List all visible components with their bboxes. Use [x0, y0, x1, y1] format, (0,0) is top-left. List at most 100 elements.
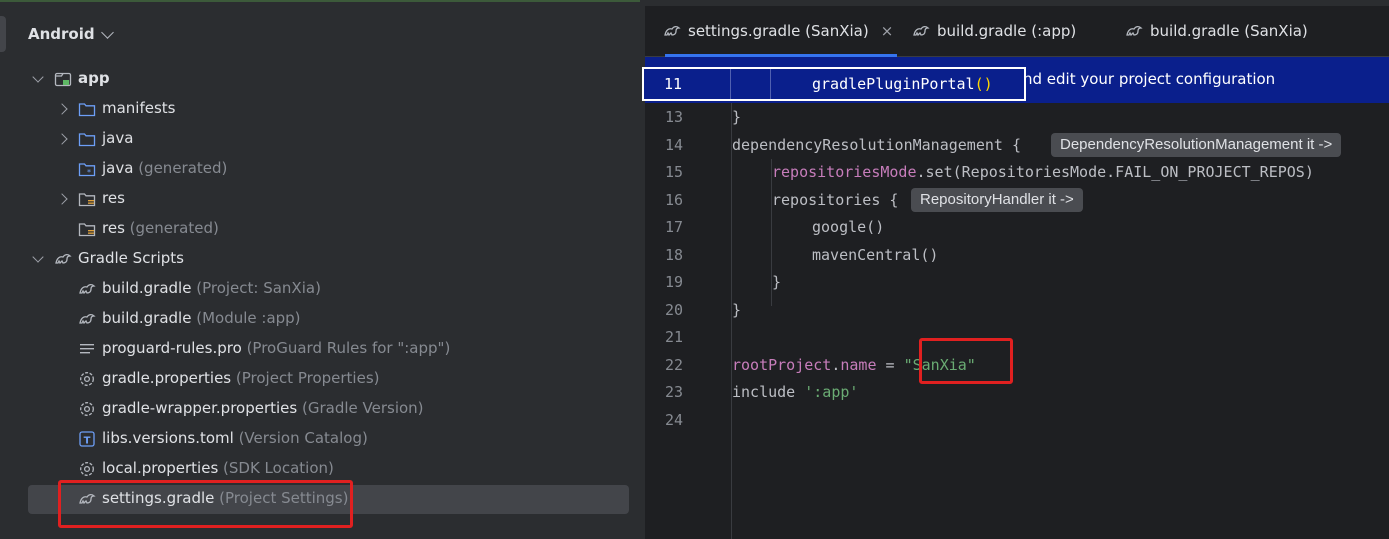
- highlight-box-root-name: [919, 338, 1013, 384]
- chevron-down-icon[interactable]: [32, 71, 44, 83]
- tree-item-label: res (generated): [102, 219, 219, 237]
- tab-build-gradle-app[interactable]: build.gradle (:app): [912, 6, 1076, 56]
- tree-item-label: gradle-wrapper.properties (Gradle Versio…: [102, 399, 424, 417]
- tab-label: settings.gradle (SanXia): [688, 22, 869, 40]
- tree-item[interactable]: res (generated): [8, 214, 645, 244]
- tree-item[interactable]: res: [8, 184, 645, 214]
- tab-settings-gradle[interactable]: settings.gradle (SanXia) ×: [663, 6, 898, 57]
- line-number: 11: [664, 75, 683, 93]
- line-number: 22: [665, 355, 684, 374]
- project-view-selector[interactable]: Android: [28, 22, 114, 46]
- line-number: 20: [665, 300, 684, 319]
- resource-folder-icon: [78, 220, 96, 238]
- code-line[interactable]: 22 rootProject.name = "SanXia": [645, 352, 1389, 379]
- code-text: include ':app': [732, 383, 859, 401]
- tree-item[interactable]: build.gradle (Module :app): [8, 304, 645, 334]
- tree-item-label: java (generated): [102, 159, 228, 177]
- tree-item[interactable]: gradle.properties (Project Properties): [8, 364, 645, 394]
- editor-tabs: settings.gradle (SanXia) × build.gradle …: [645, 6, 1389, 57]
- module-folder-icon: [54, 70, 72, 88]
- highlight-box-settings-gradle: [58, 480, 353, 528]
- tree-item[interactable]: app: [8, 64, 645, 94]
- code-text: repositoriesMode.set(RepositoriesMode.FA…: [772, 163, 1314, 181]
- svg-text:*: *: [87, 168, 91, 177]
- tab-label: build.gradle (:app): [937, 22, 1077, 40]
- line-number: 13: [665, 108, 684, 126]
- gradle-icon: [54, 250, 72, 268]
- line-number: 17: [665, 218, 684, 236]
- project-tool-button[interactable]: [0, 16, 6, 52]
- banner-text: nd edit your project configuration: [1023, 70, 1276, 88]
- inlay-hint[interactable]: DependencyResolutionManagement it ->: [1051, 132, 1342, 157]
- code-text: google(): [812, 218, 885, 236]
- tree-item-label: app: [78, 69, 110, 87]
- resource-folder-icon: [78, 190, 96, 208]
- tree-item-label: build.gradle (Module :app): [102, 309, 301, 327]
- code-text: dependencyResolutionManagement {: [732, 135, 1021, 154]
- line-number: 18: [665, 245, 684, 264]
- code-line[interactable]: 23 include ':app': [645, 379, 1389, 406]
- code-line[interactable]: 16 repositories { RepositoryHandler it ->: [645, 187, 1389, 214]
- settings-gear-icon: [78, 370, 96, 388]
- code-line[interactable]: 20}: [645, 297, 1389, 324]
- tool-window-stripe: [0, 6, 8, 539]
- gradle-icon: [1126, 25, 1143, 37]
- tree-item[interactable]: Tlibs.versions.toml (Version Catalog): [8, 424, 645, 454]
- tree-item-label: java: [102, 129, 134, 147]
- line-number: 24: [665, 410, 684, 429]
- code-line[interactable]: 21: [645, 324, 1389, 351]
- code-line[interactable]: 24: [645, 407, 1389, 434]
- code-text: }: [732, 300, 742, 319]
- sticky-code: gradlePluginPortal(): [812, 75, 993, 93]
- code-text: }: [772, 273, 782, 291]
- code-line[interactable]: 19}: [645, 269, 1389, 296]
- code-line[interactable]: 14 dependencyResolutionManagement { Depend…: [645, 132, 1389, 159]
- settings-gear-icon: [78, 400, 96, 418]
- tree-item[interactable]: build.gradle (Project: SanXia): [8, 274, 645, 304]
- tree-item[interactable]: manifests: [8, 94, 645, 124]
- tree-item-label: manifests: [102, 99, 176, 117]
- line-number: 16: [665, 190, 684, 209]
- tree-item[interactable]: proguard-rules.pro (ProGuard Rules for "…: [8, 334, 645, 364]
- code-line[interactable]: 17 google(): [645, 214, 1389, 241]
- line-number: 14: [665, 135, 684, 154]
- svg-text:T: T: [84, 436, 91, 447]
- tree-item[interactable]: gradle-wrapper.properties (Gradle Versio…: [8, 394, 645, 424]
- tree-item-label: local.properties (SDK Location): [102, 459, 334, 477]
- line-number: 23: [665, 383, 684, 401]
- settings-gear-icon: [78, 460, 96, 478]
- tree-item[interactable]: java: [8, 124, 645, 154]
- tree-item-label: Gradle Scripts: [78, 249, 184, 267]
- inlay-hint[interactable]: RepositoryHandler it ->: [911, 187, 1083, 212]
- project-view-label: Android: [28, 25, 95, 43]
- chevron-down-icon: [100, 25, 114, 39]
- tree-item-label: gradle.properties (Project Properties): [102, 369, 380, 387]
- tab-build-gradle-sanxia[interactable]: build.gradle (SanXia): [1125, 6, 1308, 56]
- gradle-icon: [78, 280, 96, 298]
- chevron-right-icon[interactable]: [56, 103, 68, 115]
- code-line[interactable]: 18 mavenCentral(): [645, 242, 1389, 269]
- chevron-right-icon[interactable]: [56, 133, 68, 145]
- code-line[interactable]: 13}: [645, 104, 1389, 131]
- tree-item[interactable]: Gradle Scripts: [8, 244, 645, 274]
- gradle-icon: [664, 25, 681, 37]
- toml-file-icon: T: [78, 430, 96, 448]
- folder-icon: [78, 100, 96, 118]
- line-number: 21: [665, 328, 684, 346]
- code-text: }: [732, 108, 742, 126]
- code-text: repositories {: [772, 190, 899, 209]
- editor-area: settings.gradle (SanXia) × build.gradle …: [642, 6, 1389, 539]
- gradle-icon: [913, 25, 930, 37]
- tree-item[interactable]: * java (generated): [8, 154, 645, 184]
- chevron-down-icon[interactable]: [32, 251, 44, 263]
- code-text: mavenCentral(): [812, 245, 939, 264]
- tree-item-label: proguard-rules.pro (ProGuard Rules for "…: [102, 339, 451, 357]
- line-number: 15: [665, 163, 684, 181]
- chevron-right-icon[interactable]: [56, 193, 68, 205]
- code-line[interactable]: 15 repositoriesMode.set(RepositoriesMode.…: [645, 159, 1389, 186]
- sticky-line[interactable]: 11 gradlePluginPortal(): [642, 67, 1026, 101]
- text-file-icon: [78, 340, 96, 358]
- close-icon[interactable]: ×: [881, 22, 894, 40]
- notification-banner[interactable]: nd edit your project configuration 11 gr…: [642, 57, 1389, 103]
- tree-item-label: build.gradle (Project: SanXia): [102, 279, 321, 297]
